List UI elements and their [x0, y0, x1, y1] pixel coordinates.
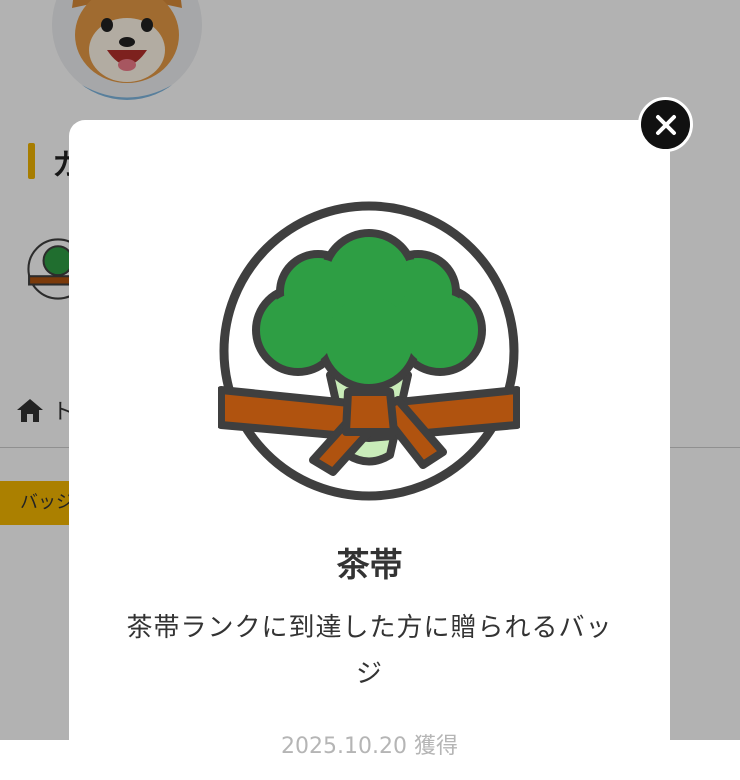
broccoli-brown-belt-icon	[217, 201, 521, 501]
acquired-date: 2025.10.20 獲得	[281, 734, 458, 759]
close-button[interactable]	[638, 97, 693, 152]
badge-illustration	[217, 200, 521, 502]
badge-description: 茶帯ランクに到達した方に贈られるバッジ	[126, 613, 613, 689]
close-icon	[655, 114, 676, 135]
badge-detail-modal: 茶帯 茶帯ランクに到達した方に贈られるバッジ 2025.10.20 獲得	[69, 120, 670, 780]
badge-title: 茶帯	[336, 545, 403, 584]
